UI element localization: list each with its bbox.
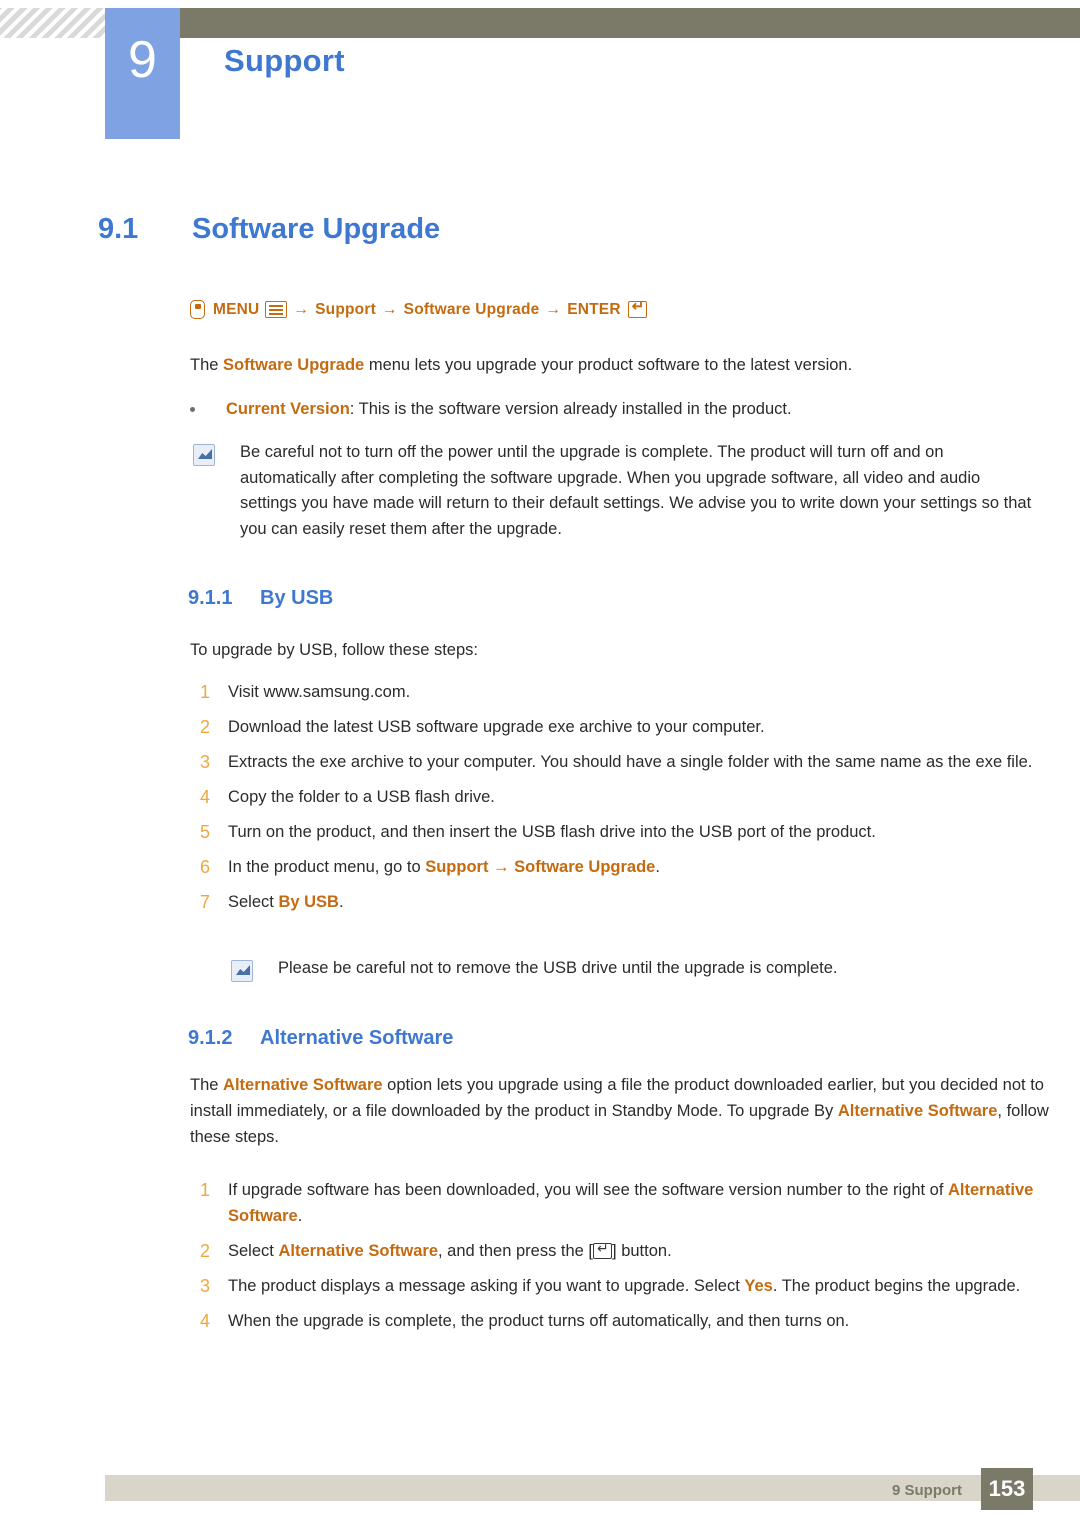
header-bar xyxy=(105,8,1080,38)
subsection-heading-alternative-software: 9.1.2 Alternative Software xyxy=(188,1027,453,1050)
step-post: . xyxy=(338,893,344,911)
chapter-title: Support xyxy=(224,43,345,78)
usb-steps-list: 1 Visit www.samsung.com. 2 Download the … xyxy=(190,679,1060,924)
step-number: 1 xyxy=(199,1180,210,1200)
subsection-title-alt: Alternative Software xyxy=(260,1027,454,1049)
step-number: 1 xyxy=(199,682,210,702)
step-number: 7 xyxy=(199,892,210,912)
bullet-bold: Current Version xyxy=(226,400,350,418)
intro-bold: Software Upgrade xyxy=(223,356,365,374)
chapter-number: 9 xyxy=(128,31,157,89)
note-power-warning: Be careful not to turn off the power unt… xyxy=(240,443,1032,538)
step-text: Extracts the exe archive to your compute… xyxy=(228,753,1033,771)
step-mid-arrow: → xyxy=(488,858,515,876)
step-number: 4 xyxy=(199,787,210,807)
subsection-number-alt: 9.1.2 xyxy=(188,1027,233,1049)
enter-button-icon xyxy=(593,1240,613,1259)
usb-intro-paragraph: To upgrade by USB, follow these steps: xyxy=(190,641,478,659)
step-text: Download the latest USB software upgrade… xyxy=(228,718,765,736)
section-title: Software Upgrade xyxy=(192,213,441,245)
list-item: 1 Visit www.samsung.com. xyxy=(190,679,1060,705)
step-text: Select xyxy=(228,893,279,911)
step-number: 4 xyxy=(199,1311,210,1331)
list-item: 5 Turn on the product, and then insert t… xyxy=(190,819,1060,845)
alt-intro-bold-2: Alternative Software xyxy=(837,1102,998,1120)
header-hatch-decoration xyxy=(0,8,105,38)
bullet-dot-icon xyxy=(190,407,195,412)
step-text: In the product menu, go to xyxy=(228,858,426,876)
intro-post: menu lets you upgrade your product softw… xyxy=(364,356,853,374)
step-text: Visit www.samsung.com. xyxy=(228,683,411,701)
list-item: 1 If upgrade software has been downloade… xyxy=(190,1177,1060,1229)
alt-intro-paragraph: The Alternative Software option lets you… xyxy=(190,1072,1055,1150)
bullet-current-version: Current Version: This is the software ve… xyxy=(190,396,1050,422)
footer-chapter-label: 9 Support xyxy=(892,1482,962,1499)
alt-intro-pre: The xyxy=(190,1076,224,1094)
page-header: 9 Support xyxy=(0,0,1080,152)
enter-label: ENTER xyxy=(567,300,621,318)
step-text: Select xyxy=(228,1242,279,1260)
step-bold-software-upgrade: Software Upgrade xyxy=(514,858,656,876)
subsection-number-usb: 9.1.1 xyxy=(188,587,233,609)
step-bold-alternative-software: Alternative Software xyxy=(278,1242,438,1260)
enter-glyph-icon xyxy=(627,298,647,318)
menu-label: MENU xyxy=(213,300,260,318)
subsection-title-usb: By USB xyxy=(260,587,334,609)
step-bold-yes: Yes xyxy=(744,1277,773,1295)
alt-steps-list: 1 If upgrade software has been downloade… xyxy=(190,1177,1060,1343)
intro-pre: The xyxy=(190,356,224,374)
remote-button-icon xyxy=(190,300,205,319)
step-text: If upgrade software has been downloaded,… xyxy=(228,1181,949,1199)
note-icon xyxy=(231,960,253,982)
step-number: 2 xyxy=(199,717,210,737)
note-usb-remove-warning: Please be careful not to remove the USB … xyxy=(278,959,838,977)
step-bold-support: Support xyxy=(425,858,489,876)
bullet-rest: : This is the software version already i… xyxy=(349,400,792,418)
bullet-text: Current Version: This is the software ve… xyxy=(226,396,1050,422)
section-heading: 9.1 Software Upgrade xyxy=(98,213,440,246)
path-arrow-3: → xyxy=(545,300,562,318)
step-post: . The product begins the upgrade. xyxy=(772,1277,1021,1295)
alt-intro-bold-1: Alternative Software xyxy=(223,1076,383,1094)
footer-page-number: 153 xyxy=(981,1468,1033,1510)
step-number: 3 xyxy=(199,1276,210,1296)
step-post: . xyxy=(297,1207,303,1225)
step-mid: , and then press the [ xyxy=(438,1242,594,1260)
menu-glyph-icon xyxy=(265,301,288,318)
path-arrow-2: → xyxy=(381,300,398,318)
path-item-support: Support xyxy=(315,300,376,318)
step-number: 6 xyxy=(199,857,210,877)
note-icon xyxy=(193,444,215,466)
list-item: 4 When the upgrade is complete, the prod… xyxy=(190,1308,1060,1334)
section-number: 9.1 xyxy=(98,213,139,245)
path-arrow-1: → xyxy=(293,300,310,318)
step-text: Turn on the product, and then insert the… xyxy=(228,823,876,841)
step-text: Copy the folder to a USB flash drive. xyxy=(228,788,495,806)
step-text: The product displays a message asking if… xyxy=(228,1277,745,1295)
step-number: 2 xyxy=(199,1241,210,1261)
page-footer: 9 Support 153 xyxy=(0,1461,1080,1527)
list-item: 2 Select Alternative Software, and then … xyxy=(190,1238,1060,1264)
step-bold-by-usb: By USB xyxy=(278,893,339,911)
subsection-heading-by-usb: 9.1.1 By USB xyxy=(188,587,333,610)
list-item: 6 In the product menu, go to Support → S… xyxy=(190,854,1060,880)
list-item: 4 Copy the folder to a USB flash drive. xyxy=(190,784,1060,810)
step-text: When the upgrade is complete, the produc… xyxy=(228,1312,850,1330)
path-item-software-upgrade: Software Upgrade xyxy=(403,300,540,318)
step-post: ] button. xyxy=(612,1242,672,1260)
list-item: 3 Extracts the exe archive to your compu… xyxy=(190,749,1060,775)
step-number: 3 xyxy=(199,752,210,772)
intro-paragraph: The Software Upgrade menu lets you upgra… xyxy=(190,352,1050,378)
menu-path: MENU → Support → Software Upgrade → ENTE… xyxy=(190,298,647,319)
list-item: 7 Select By USB. xyxy=(190,889,1060,915)
list-item: 3 The product displays a message asking … xyxy=(190,1273,1060,1299)
list-item: 2 Download the latest USB software upgra… xyxy=(190,714,1060,740)
step-post: . xyxy=(655,858,660,876)
step-number: 5 xyxy=(199,822,210,842)
